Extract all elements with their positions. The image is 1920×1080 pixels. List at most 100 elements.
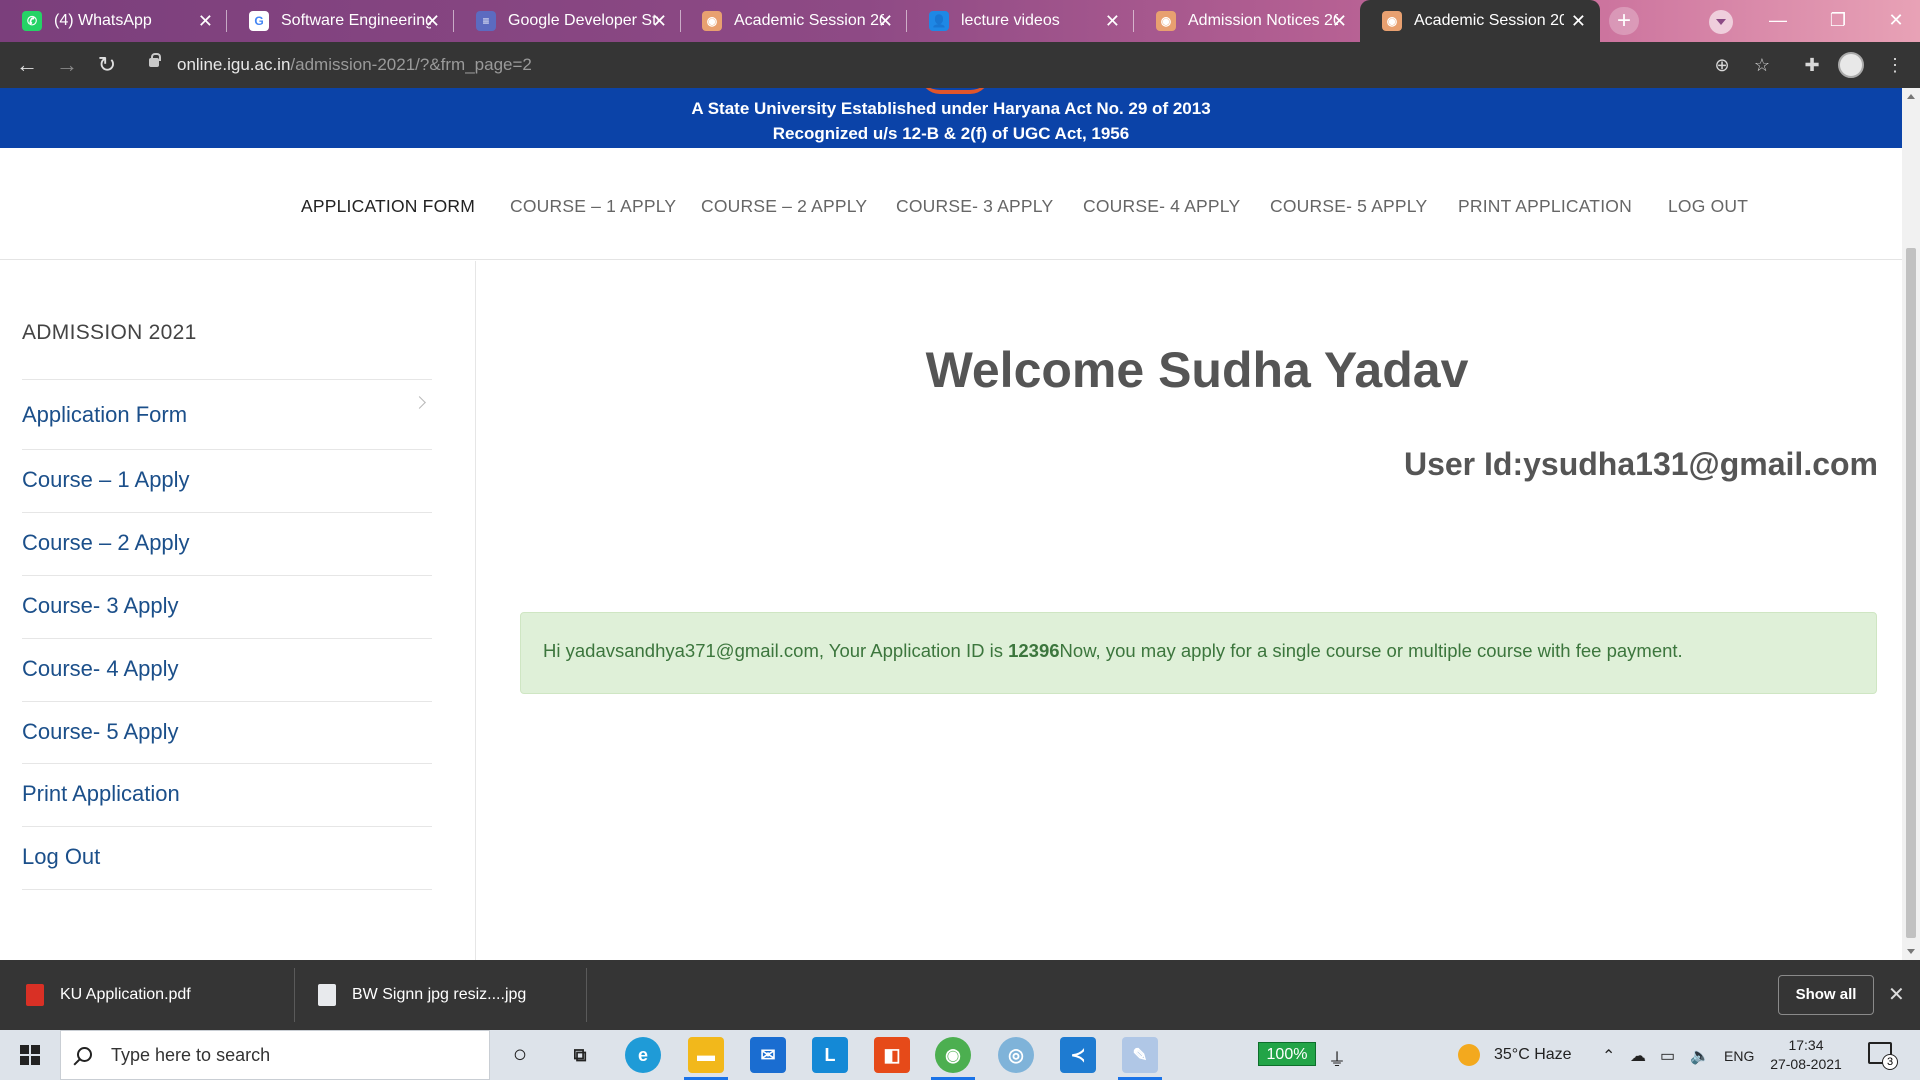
- close-window-button[interactable]: ✕: [1866, 0, 1920, 42]
- scroll-up-icon[interactable]: [1907, 94, 1915, 99]
- close-tab-icon[interactable]: ✕: [878, 11, 893, 31]
- menu-icon[interactable]: ⋮: [1880, 50, 1910, 80]
- browser-app-icon[interactable]: ◎: [998, 1037, 1034, 1073]
- main-content: Welcome Sudha Yadav User Id:ysudha131@gm…: [477, 261, 1902, 960]
- minimize-button[interactable]: —: [1748, 0, 1808, 42]
- profile-avatar[interactable]: [1838, 52, 1864, 78]
- browser-tab[interactable]: 👤 lecture videos ✕: [907, 0, 1134, 42]
- chevron-up-icon[interactable]: ⌃: [1602, 1046, 1615, 1066]
- classroom-icon: 👤: [929, 11, 949, 31]
- sidebar-item-label: Log Out: [22, 844, 101, 869]
- url-text[interactable]: online.igu.ac.in/admission-2021/?&frm_pa…: [177, 55, 532, 75]
- office-icon[interactable]: ◧: [874, 1037, 910, 1073]
- close-tab-icon[interactable]: ✕: [198, 11, 213, 31]
- divider: [294, 968, 295, 1022]
- sidebar-item-label: Course- 4 Apply: [22, 656, 179, 681]
- close-tab-icon[interactable]: ✕: [652, 11, 667, 31]
- taskbar-search-input[interactable]: Type here to search: [60, 1030, 490, 1080]
- close-tab-icon[interactable]: ✕: [425, 11, 440, 31]
- download-filename: BW Signn jpg resiz....jpg: [352, 986, 527, 1003]
- task-view-icon[interactable]: ⧉: [562, 1037, 598, 1073]
- cortana-icon[interactable]: ○: [502, 1037, 538, 1073]
- sidebar-item[interactable]: Course- 4 Apply: [22, 638, 432, 701]
- sidebar-item-label: Course – 1 Apply: [22, 467, 190, 492]
- browser-tab-strip: ✆ (4) WhatsApp ✕ G Software Engineering ✕ ≡ Goo…: [0, 0, 1920, 42]
- weather-text[interactable]: 35°C Haze: [1494, 1046, 1572, 1064]
- sidebar-item[interactable]: Course – 1 Apply: [22, 449, 432, 512]
- show-all-button[interactable]: Show all: [1778, 975, 1874, 1015]
- clock[interactable]: 17:34 27-08-2021: [1766, 1036, 1846, 1074]
- tab-title: lecture videos: [961, 12, 1060, 29]
- sidebar-item[interactable]: Course- 5 Apply: [22, 701, 432, 763]
- extensions-icon[interactable]: ✚: [1797, 50, 1827, 80]
- browser-tab[interactable]: ◉ Admission Notices 20 ✕: [1134, 0, 1361, 42]
- windows-start-icon[interactable]: [20, 1045, 40, 1065]
- file-explorer-icon[interactable]: ▬: [688, 1037, 724, 1073]
- browser-tab[interactable]: ◉ Academic Session 202 ✕: [680, 0, 907, 42]
- chevron-right-icon: [413, 396, 426, 409]
- sidebar-heading: ADMISSION 2021: [22, 321, 197, 344]
- close-tab-icon[interactable]: ✕: [1571, 11, 1586, 31]
- close-tab-icon[interactable]: ✕: [1105, 11, 1120, 31]
- forward-icon[interactable]: →: [52, 50, 82, 80]
- browser-toolbar: ← → ↻ online.igu.ac.in/admission-2021/?&…: [0, 42, 1920, 88]
- nav-item[interactable]: COURSE- 3 APPLY: [896, 196, 1053, 217]
- page-scrollbar[interactable]: [1902, 88, 1920, 960]
- search-placeholder: Type here to search: [111, 1045, 271, 1065]
- address-bar[interactable]: online.igu.ac.in/admission-2021/?&frm_pa…: [135, 48, 1775, 82]
- sidebar-item[interactable]: Course- 3 Apply: [22, 575, 432, 638]
- sidebar-item[interactable]: Application Form: [22, 379, 432, 449]
- download-item-jpg[interactable]: BW Signn jpg resiz....jpg: [318, 960, 526, 1030]
- mail-icon[interactable]: ✉: [750, 1037, 786, 1073]
- weather-icon[interactable]: [1458, 1044, 1480, 1066]
- main-navigation: APPLICATION FORM COURSE – 1 APPLY COURSE –…: [0, 148, 1902, 260]
- notification-icon[interactable]: 3: [1868, 1042, 1898, 1070]
- university-icon: ◉: [702, 11, 722, 31]
- scroll-down-icon[interactable]: [1907, 949, 1915, 954]
- volume-icon[interactable]: 🔈: [1690, 1046, 1710, 1066]
- nav-item[interactable]: APPLICATION FORM: [301, 196, 475, 217]
- whatsapp-icon: ✆: [22, 11, 42, 31]
- tab-title: Admission Notices 20: [1188, 12, 1338, 29]
- nav-item[interactable]: PRINT APPLICATION: [1458, 196, 1632, 217]
- download-bar: KU Application.pdf BW Signn jpg resiz...…: [0, 960, 1920, 1030]
- browser-tab[interactable]: ≡ Google Developer Stu ✕: [454, 0, 681, 42]
- bookmark-star-icon[interactable]: ☆: [1747, 50, 1777, 80]
- lens-app-icon[interactable]: L: [812, 1037, 848, 1073]
- sidebar-item[interactable]: Print Application: [22, 763, 432, 826]
- logo-fragment: [920, 88, 990, 94]
- reload-icon[interactable]: ↻: [92, 50, 122, 80]
- clock-date: 27-08-2021: [1770, 1056, 1842, 1072]
- paint-icon[interactable]: ✎: [1122, 1037, 1158, 1073]
- chrome-icon[interactable]: ◉: [935, 1037, 971, 1073]
- close-icon[interactable]: ✕: [1888, 982, 1905, 1007]
- onedrive-icon[interactable]: ☁: [1630, 1046, 1646, 1066]
- vscode-icon[interactable]: ≺: [1060, 1037, 1096, 1073]
- sidebar-item[interactable]: Log Out: [22, 826, 432, 889]
- nav-item[interactable]: COURSE – 1 APPLY: [510, 196, 676, 217]
- zoom-icon[interactable]: ⊕: [1707, 50, 1737, 80]
- download-item-pdf[interactable]: KU Application.pdf: [26, 960, 191, 1030]
- sidebar-item[interactable]: Course – 2 Apply: [22, 512, 432, 575]
- battery-icon[interactable]: ▭: [1660, 1046, 1675, 1066]
- nav-item[interactable]: LOG OUT: [1668, 196, 1748, 217]
- new-tab-button[interactable]: +: [1609, 7, 1639, 35]
- language-indicator[interactable]: ENG: [1724, 1048, 1754, 1064]
- lock-icon: [149, 53, 161, 67]
- nav-item[interactable]: COURSE- 4 APPLY: [1083, 196, 1240, 217]
- edge-icon[interactable]: e: [625, 1037, 661, 1073]
- nav-item[interactable]: COURSE- 5 APPLY: [1270, 196, 1427, 217]
- nav-item[interactable]: COURSE – 2 APPLY: [701, 196, 867, 217]
- browser-tab[interactable]: ✆ (4) WhatsApp ✕: [0, 0, 227, 42]
- restore-button[interactable]: ❐: [1808, 0, 1868, 42]
- close-tab-icon[interactable]: ✕: [1332, 11, 1347, 31]
- windows-taskbar: Type here to search ○ ⧉ e ▬ ✉ L ◧ ◉ ◎ ≺ …: [0, 1030, 1920, 1080]
- sidebar-item-label: Application Form: [22, 402, 188, 427]
- tab-search-icon[interactable]: [1709, 10, 1733, 34]
- application-id: 12396: [1008, 640, 1060, 661]
- browser-tab[interactable]: ◉ Academic Session 202 ✕: [1360, 0, 1600, 42]
- tab-title: Academic Session 202: [1414, 12, 1564, 29]
- scrollbar-thumb[interactable]: [1906, 248, 1916, 938]
- browser-tab[interactable]: G Software Engineering ✕: [227, 0, 454, 42]
- back-icon[interactable]: ←: [12, 50, 42, 80]
